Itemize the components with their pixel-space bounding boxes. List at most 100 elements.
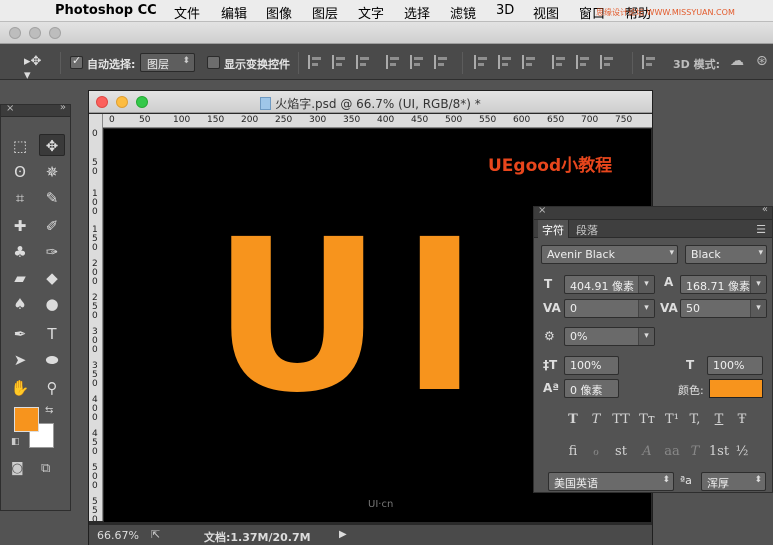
- menu-file[interactable]: 文件: [174, 3, 200, 22]
- screen-mode-icon[interactable]: ⧉: [41, 461, 50, 476]
- old-style-button[interactable]: ℴ: [585, 443, 607, 461]
- tab-character[interactable]: 字符: [538, 220, 569, 238]
- leading-field[interactable]: 168.71 像素 ▾: [680, 275, 767, 294]
- distribute-top-icon[interactable]: [474, 55, 490, 69]
- swap-colors-icon[interactable]: ⇆: [45, 405, 53, 416]
- default-colors-icon[interactable]: ◧: [11, 437, 20, 447]
- move-icon[interactable]: ✥: [39, 134, 65, 156]
- font-family-dropdown[interactable]: Avenir Black ▾: [541, 245, 678, 264]
- chevron-down-icon[interactable]: ▾: [638, 328, 654, 345]
- lasso-icon[interactable]: ʘ: [7, 161, 33, 183]
- vertical-ruler[interactable]: 0 5 0 1 0 0 1 5 0 2 0 0 2 5 0 3 0 0 3 5 …: [89, 114, 103, 521]
- stylistic-alternates-button[interactable]: aa: [661, 443, 683, 461]
- kerning-field[interactable]: 0 ▾: [564, 299, 655, 318]
- 3d-orbit-icon[interactable]: ☁: [730, 53, 744, 69]
- horizontal-scale-field[interactable]: 100%: [707, 356, 763, 375]
- healing-brush-icon[interactable]: ✚: [7, 215, 33, 237]
- vertical-scale-field[interactable]: 100%: [564, 356, 619, 375]
- collapse-icon[interactable]: «: [762, 204, 768, 215]
- zoom-icon[interactable]: ⚲: [39, 377, 65, 399]
- menu-select[interactable]: 选择: [404, 3, 430, 22]
- canvas-text-layer[interactable]: UI: [212, 197, 497, 437]
- document-titlebar[interactable]: 火焰字.psd @ 66.7% (UI, RGB/8*) *: [89, 91, 652, 113]
- app-name-menu[interactable]: Photoshop CC: [55, 3, 157, 18]
- app-minimize-button[interactable]: [29, 27, 41, 39]
- path-selection-icon[interactable]: ➤: [7, 349, 33, 371]
- status-menu-arrow-icon[interactable]: ▶: [339, 529, 347, 540]
- clone-stamp-icon[interactable]: ♣: [7, 241, 33, 263]
- history-brush-icon[interactable]: ✑: [39, 241, 65, 263]
- distribute-hcenter-icon[interactable]: [576, 55, 592, 69]
- discretionary-ligatures-button[interactable]: st: [610, 443, 632, 461]
- character-panel-header[interactable]: × «: [534, 204, 772, 220]
- fractions-button[interactable]: ½: [731, 443, 753, 461]
- menu-view[interactable]: 视图: [533, 3, 559, 22]
- marquee-icon[interactable]: ⬚: [7, 135, 33, 157]
- antialias-dropdown[interactable]: 浑厚 ⬍: [701, 472, 766, 491]
- align-left-icon[interactable]: [386, 55, 402, 69]
- chevron-down-icon[interactable]: ▾: [750, 276, 766, 293]
- align-right-icon[interactable]: [434, 55, 450, 69]
- type-icon[interactable]: T: [39, 323, 65, 345]
- auto-select-target-dropdown[interactable]: 图层 ⬍: [140, 53, 195, 72]
- chevron-down-icon[interactable]: ▾: [750, 300, 766, 317]
- align-bottom-icon[interactable]: [356, 55, 372, 69]
- foreground-color-swatch[interactable]: [14, 407, 39, 432]
- app-zoom-button[interactable]: [49, 27, 61, 39]
- quick-mask-icon[interactable]: ◙: [11, 461, 24, 476]
- align-vcenter-icon[interactable]: [332, 55, 348, 69]
- language-dropdown[interactable]: 美国英语 ⬍: [548, 472, 674, 491]
- tools-panel-header[interactable]: × »: [1, 102, 70, 117]
- all-caps-button[interactable]: TT: [610, 411, 632, 429]
- font-style-dropdown[interactable]: Black ▾: [685, 245, 767, 264]
- hand-icon[interactable]: ✋: [7, 377, 33, 399]
- tracking-field[interactable]: 50 ▾: [680, 299, 767, 318]
- font-size-field[interactable]: 404.91 像素 ▾: [564, 275, 655, 294]
- export-icon[interactable]: ⇱: [151, 528, 160, 541]
- titling-alternates-button[interactable]: T: [684, 443, 706, 461]
- faux-bold-button[interactable]: T: [562, 411, 584, 429]
- baseline-shift-field[interactable]: 0 像素: [564, 379, 619, 398]
- brush-icon[interactable]: ✐: [39, 215, 65, 237]
- underline-button[interactable]: T: [708, 411, 730, 429]
- move-tool-preset-icon[interactable]: ▸✥ ▾: [24, 55, 50, 83]
- subscript-button[interactable]: T,: [684, 411, 706, 429]
- 3d-roll-icon[interactable]: ⊛: [756, 53, 768, 69]
- menu-3d[interactable]: 3D: [496, 3, 514, 18]
- tsume-field[interactable]: 0% ▾: [564, 327, 655, 346]
- distribute-right-icon[interactable]: [600, 55, 616, 69]
- auto-align-layers-icon[interactable]: [642, 55, 658, 69]
- menu-image[interactable]: 图像: [266, 3, 292, 22]
- blur-icon[interactable]: ♠: [7, 293, 33, 315]
- horizontal-ruler[interactable]: 0 50 100 150 200 250 300 350 400 450 500…: [103, 114, 652, 128]
- close-icon[interactable]: ×: [538, 205, 546, 216]
- dodge-icon[interactable]: ●: [39, 293, 65, 315]
- align-top-icon[interactable]: [308, 55, 324, 69]
- collapse-icon[interactable]: »: [60, 102, 66, 113]
- small-caps-button[interactable]: Tт: [636, 411, 658, 429]
- faux-italic-button[interactable]: T: [585, 411, 607, 429]
- tab-paragraph[interactable]: 段落: [572, 222, 602, 238]
- show-transform-checkbox[interactable]: [207, 56, 220, 69]
- paint-bucket-icon[interactable]: ◆: [39, 267, 65, 289]
- zoom-level[interactable]: 66.67%: [97, 529, 139, 542]
- auto-select-checkbox[interactable]: [70, 54, 83, 69]
- chevron-down-icon[interactable]: ▾: [638, 276, 654, 293]
- text-color-swatch[interactable]: [709, 379, 763, 398]
- magic-wand-icon[interactable]: ✵: [39, 161, 65, 183]
- eraser-icon[interactable]: ▰: [7, 267, 33, 289]
- apple-icon[interactable]: [20, 3, 32, 17]
- ligatures-button[interactable]: fi: [562, 443, 584, 461]
- app-close-button[interactable]: [9, 27, 21, 39]
- pen-icon[interactable]: ✒: [7, 323, 33, 345]
- menu-edit[interactable]: 编辑: [221, 3, 247, 22]
- eyedropper-icon[interactable]: ✎: [39, 187, 65, 209]
- crop-icon[interactable]: ⌗: [7, 187, 33, 209]
- menu-filter[interactable]: 滤镜: [450, 3, 476, 22]
- distribute-bottom-icon[interactable]: [522, 55, 538, 69]
- superscript-button[interactable]: T¹: [661, 411, 683, 429]
- ordinals-button[interactable]: 1st: [708, 443, 730, 461]
- panel-menu-icon[interactable]: ☰: [756, 223, 766, 236]
- distribute-left-icon[interactable]: [552, 55, 568, 69]
- menu-layer[interactable]: 图层: [312, 3, 338, 22]
